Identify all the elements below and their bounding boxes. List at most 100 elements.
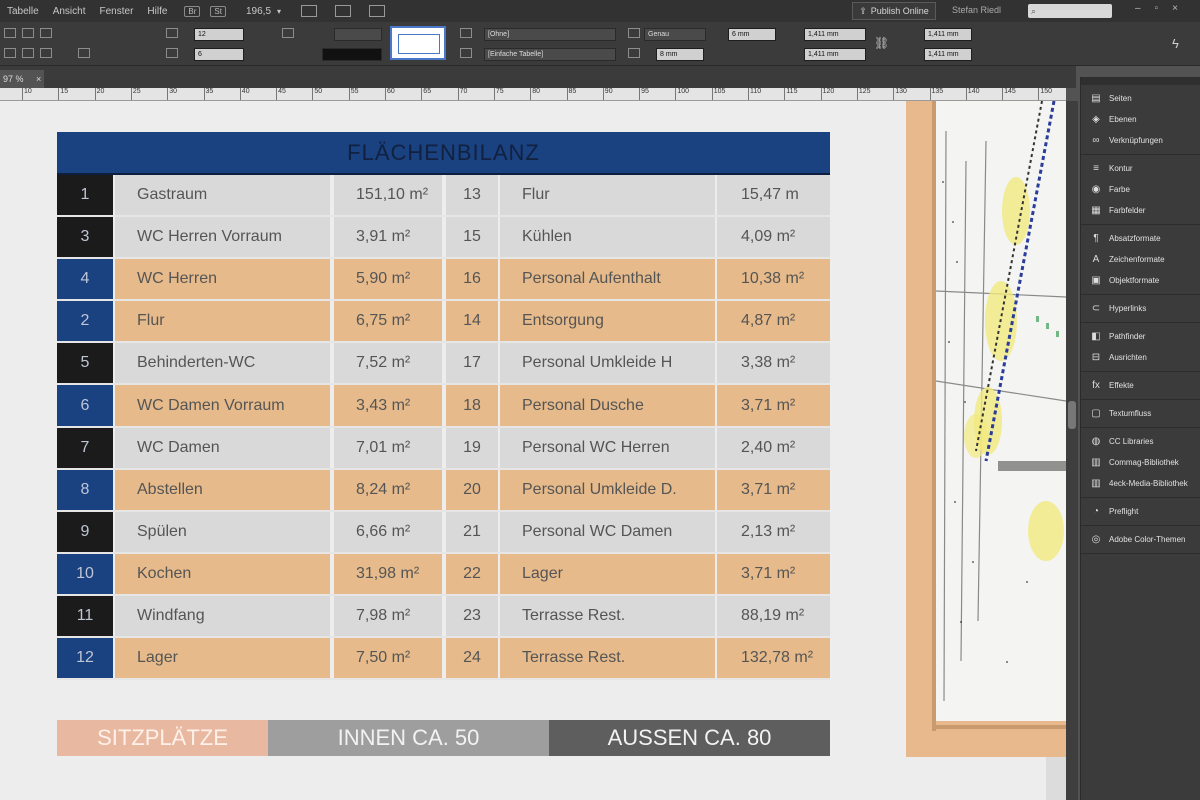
document-canvas[interactable]: FLÄCHENBILANZ 1 Gastraum 151,10 m² 13 Flur 15… <box>0 101 1066 800</box>
room-area-cell[interactable]: 31,98 m² <box>332 553 442 594</box>
table-row[interactable]: 11 Windfang 7,98 m² 23 Terrasse Rest. 88,19 m… <box>57 595 830 639</box>
room-area-cell[interactable]: 7,52 m² <box>332 343 442 384</box>
scrollbar-thumb[interactable] <box>1068 401 1076 429</box>
panel-item-ausrichten[interactable]: ⊟ Ausrichten <box>1081 347 1200 368</box>
room-area-cell[interactable]: 3,38 m² <box>717 343 830 384</box>
table-row[interactable]: 2 Flur 6,75 m² 14 Entsorgung 4,87 m² <box>57 301 830 344</box>
room-number-cell[interactable]: 24 <box>444 638 498 679</box>
room-area-cell[interactable]: 2,40 m² <box>717 427 830 468</box>
search-input[interactable]: ⌕ <box>1028 4 1112 18</box>
window-controls[interactable]: –▫× <box>1135 3 1192 14</box>
room-number-cell[interactable]: 23 <box>444 595 498 637</box>
room-name-cell[interactable]: WC Herren <box>115 259 330 300</box>
room-area-cell[interactable]: 15,47 m <box>717 175 830 216</box>
panel-item-farbfelder[interactable]: ▦ Farbfelder <box>1081 200 1200 221</box>
text-align-right-icon[interactable] <box>40 48 52 58</box>
table-row[interactable]: 5 Behinderten-WC 7,52 m² 17 Personal Umkleid… <box>57 343 830 386</box>
panel-item-farbe[interactable]: ◉ Farbe <box>1081 179 1200 200</box>
view-options-icon[interactable] <box>301 5 318 17</box>
room-number-cell[interactable]: 20 <box>444 469 498 510</box>
room-area-cell[interactable]: 3,71 m² <box>717 469 830 510</box>
close-icon[interactable]: × <box>36 74 41 84</box>
table-style-select[interactable]: [Einfache Tabelle] <box>484 48 616 61</box>
room-area-cell[interactable]: 2,13 m² <box>717 511 830 552</box>
zoom-level[interactable]: 196,5 <box>246 6 271 17</box>
align-center-icon[interactable] <box>22 28 34 38</box>
room-area-cell[interactable]: 10,38 m² <box>717 259 830 300</box>
chevron-down-icon[interactable]: ▾ <box>277 7 281 16</box>
room-number-cell[interactable]: 10 <box>57 553 113 594</box>
panel-item-4eck-media-bibliothek[interactable]: ▥ 4eck-Media-Bibliothek <box>1081 473 1200 494</box>
panel-item-effekte[interactable]: fx Effekte <box>1081 375 1200 396</box>
inset-bottom-field[interactable]: 1,411 mm <box>804 48 866 61</box>
panel-item-zeichenformate[interactable]: A Zeichenformate <box>1081 249 1200 270</box>
room-name-cell[interactable]: Spülen <box>115 511 330 552</box>
room-number-cell[interactable]: 8 <box>57 469 113 510</box>
room-number-cell[interactable]: 2 <box>57 301 113 342</box>
table-row[interactable]: 6 WC Damen Vorraum 3,43 m² 18 Personal Dusch… <box>57 385 830 428</box>
room-number-cell[interactable]: 3 <box>57 217 113 258</box>
room-name-cell[interactable]: Abstellen <box>115 469 330 510</box>
text-rotate-icon[interactable] <box>78 48 90 58</box>
column-width-field[interactable]: 8 mm <box>656 48 704 61</box>
bridge-icon[interactable]: Br <box>184 5 201 17</box>
area-table[interactable]: FLÄCHENBILANZ 1 Gastraum 151,10 m² 13 Flur 15… <box>57 132 830 681</box>
table-row[interactable]: 9 Spülen 6,66 m² 21 Personal WC Damen 2,13 m² <box>57 511 830 554</box>
horizontal-ruler[interactable]: 10 15 20 25 30 35 40 45 50 55 60 65 70 75 80 85 90 95 100 1… <box>0 88 1066 101</box>
room-number-cell[interactable]: 1 <box>57 175 113 216</box>
panel-item-textumfluss[interactable]: ▢ Textumfluss <box>1081 403 1200 424</box>
room-number-cell[interactable]: 13 <box>444 175 498 216</box>
stock-icon[interactable]: St <box>210 5 226 17</box>
room-number-cell[interactable]: 7 <box>57 427 113 468</box>
row-height-mode-select[interactable]: Genau <box>644 28 706 41</box>
room-area-cell[interactable]: 132,78 m² <box>717 638 830 679</box>
panel-item-objektformate[interactable]: ▣ Objektformate <box>1081 270 1200 291</box>
room-name-cell[interactable]: Entsorgung <box>500 301 715 342</box>
room-area-cell[interactable]: 8,24 m² <box>332 469 442 510</box>
room-name-cell[interactable]: Kochen <box>115 553 330 594</box>
align-top-icon[interactable] <box>4 28 16 38</box>
room-area-cell[interactable]: 151,10 m² <box>332 175 442 216</box>
room-number-cell[interactable]: 22 <box>444 553 498 594</box>
panel-item-ebenen[interactable]: ◈ Ebenen <box>1081 109 1200 130</box>
panel-item-commag-bibliothek[interactable]: ▥ Commag-Bibliothek <box>1081 452 1200 473</box>
menu-hilfe[interactable]: Hilfe <box>140 6 174 17</box>
text-align-left-icon[interactable] <box>4 48 16 58</box>
room-name-cell[interactable]: Lager <box>115 638 330 679</box>
table-row[interactable]: 3 WC Herren Vorraum 3,91 m² 15 Kühlen 4,09 m² <box>57 217 830 260</box>
room-name-cell[interactable]: Terrasse Rest. <box>500 595 715 637</box>
room-number-cell[interactable]: 21 <box>444 511 498 552</box>
room-name-cell[interactable]: Personal WC Damen <box>500 511 715 552</box>
room-name-cell[interactable]: Personal Umkleide D. <box>500 469 715 510</box>
room-area-cell[interactable]: 6,66 m² <box>332 511 442 552</box>
room-number-cell[interactable]: 9 <box>57 511 113 552</box>
menu-fenster[interactable]: Fenster <box>93 6 141 17</box>
room-area-cell[interactable]: 88,19 m² <box>717 595 830 637</box>
panel-item-pathfinder[interactable]: ◧ Pathfinder <box>1081 326 1200 347</box>
room-area-cell[interactable]: 4,87 m² <box>717 301 830 342</box>
room-name-cell[interactable]: Behinderten-WC <box>115 343 330 384</box>
table-row[interactable]: 4 WC Herren 5,90 m² 16 Personal Aufenthalt 10… <box>57 259 830 302</box>
table-row[interactable]: 10 Kochen 31,98 m² 22 Lager 3,71 m² <box>57 553 830 596</box>
room-area-cell[interactable]: 7,98 m² <box>332 595 442 637</box>
room-name-cell[interactable]: Personal WC Herren <box>500 427 715 468</box>
room-name-cell[interactable]: Personal Aufenthalt <box>500 259 715 300</box>
stroke-weight-select[interactable] <box>334 28 382 41</box>
room-number-cell[interactable]: 5 <box>57 343 113 384</box>
room-area-cell[interactable]: 4,09 m² <box>717 217 830 258</box>
room-area-cell[interactable]: 3,71 m² <box>717 385 830 426</box>
row-height-field[interactable]: 6 mm <box>728 28 776 41</box>
columns-field[interactable]: 6 <box>194 48 244 61</box>
room-area-cell[interactable]: 5,90 m² <box>332 259 442 300</box>
room-number-cell[interactable]: 16 <box>444 259 498 300</box>
room-number-cell[interactable]: 11 <box>57 595 113 637</box>
room-area-cell[interactable]: 6,75 m² <box>332 301 442 342</box>
stroke-type-select[interactable] <box>322 48 382 61</box>
help-icon[interactable] <box>282 28 294 38</box>
room-number-cell[interactable]: 18 <box>444 385 498 426</box>
room-number-cell[interactable]: 15 <box>444 217 498 258</box>
user-name[interactable]: Stefan Riedl <box>952 5 1001 15</box>
room-number-cell[interactable]: 17 <box>444 343 498 384</box>
chain-link-icon[interactable]: ⛓ <box>874 36 889 50</box>
table-row[interactable]: 12 Lager 7,50 m² 24 Terrasse Rest. 132,78 m² <box>57 638 830 681</box>
